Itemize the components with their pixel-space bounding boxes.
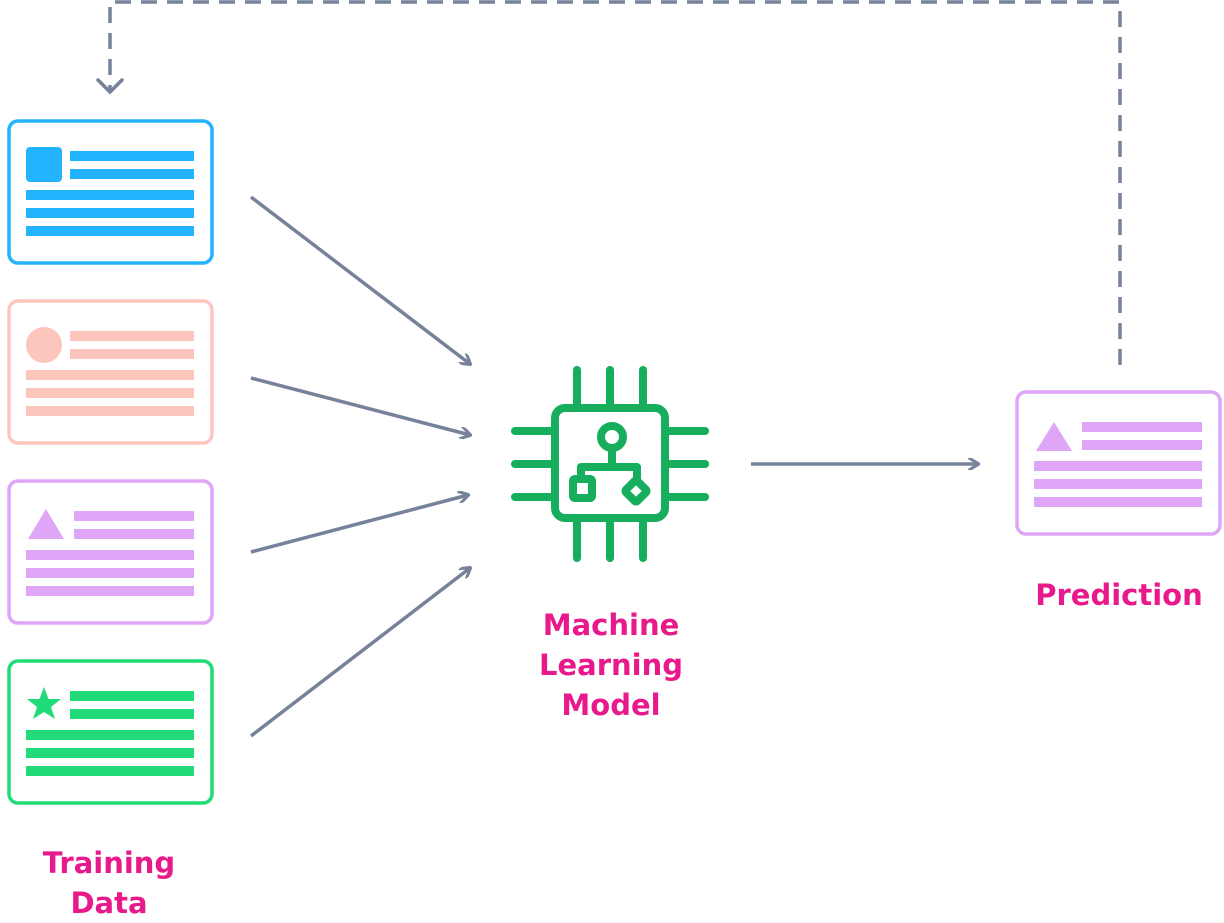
model-label-line3: Model — [561, 688, 661, 722]
circle-icon — [26, 327, 62, 363]
feedback-dashed-arrow — [108, 0, 1122, 365]
arrow-card4-to-model — [249, 568, 470, 738]
model-label-line1: Machine — [542, 608, 680, 642]
diagram-canvas — [7, 0, 1222, 805]
training-card-2 — [7, 299, 214, 445]
training-card-3 — [7, 479, 214, 625]
prediction-label: Prediction — [1035, 578, 1203, 612]
model-label-line2: Learning — [538, 648, 683, 682]
arrow-card3-to-model — [250, 495, 468, 554]
arrow-card1-to-model — [249, 195, 470, 364]
training-data-label: Training Data — [42, 846, 176, 920]
arrow-card2-to-model — [250, 376, 470, 435]
prediction-card — [1015, 390, 1222, 536]
chip-icon — [511, 366, 709, 562]
training-card-1 — [7, 119, 214, 265]
training-card-4 — [7, 659, 214, 805]
square-icon — [26, 147, 62, 182]
model-label: Machine Learning Model — [500, 605, 722, 725]
